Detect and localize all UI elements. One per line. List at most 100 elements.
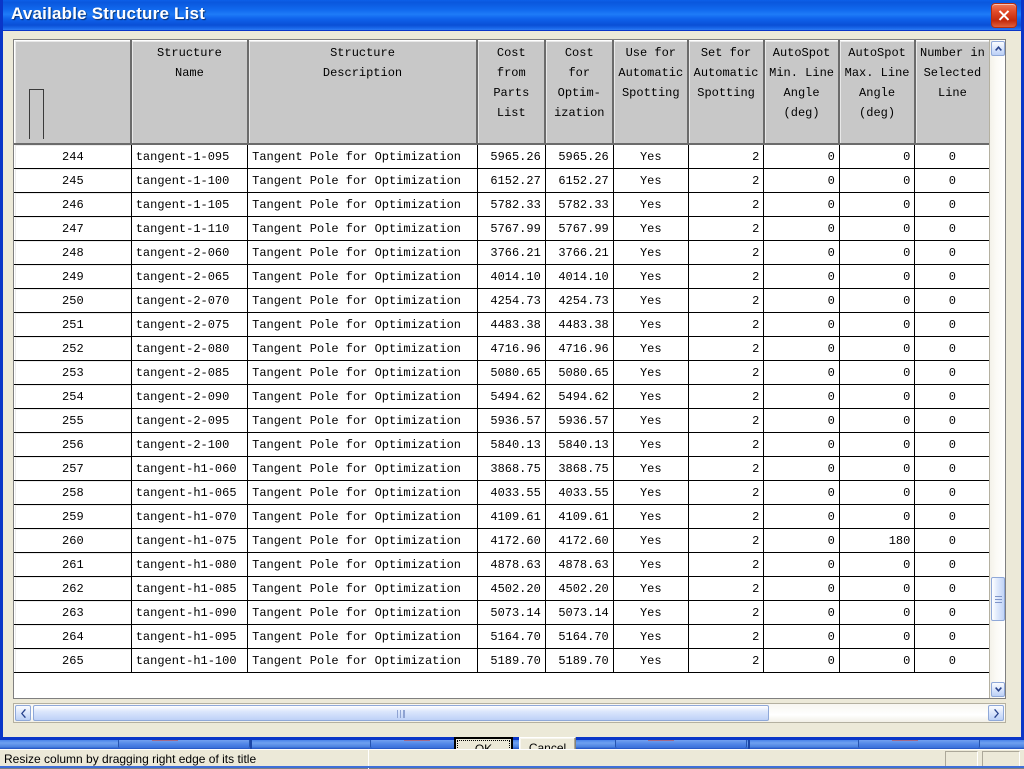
set-for-automatic-spotting-cell[interactable]: 2 — [688, 193, 764, 217]
autospot-min-line-angle-cell[interactable]: 0 — [764, 217, 840, 241]
use-for-automatic-spotting-cell[interactable]: Yes — [613, 529, 688, 553]
number-in-selected-line-cell[interactable]: 0 — [915, 505, 990, 529]
column-header-number-in-selected-line[interactable]: Number in Selected Line — [915, 41, 990, 145]
cost-for-optimization-cell[interactable]: 4502.20 — [545, 577, 613, 601]
autospot-min-line-angle-cell[interactable]: 0 — [764, 313, 840, 337]
number-in-selected-line-cell[interactable]: 0 — [915, 601, 990, 625]
structure-description-cell[interactable]: Tangent Pole for Optimization — [248, 553, 478, 577]
structure-description-cell[interactable]: Tangent Pole for Optimization — [248, 144, 478, 169]
row-number-cell[interactable]: 259 — [15, 505, 132, 529]
chevron-down-icon[interactable] — [991, 682, 1005, 697]
autospot-min-line-angle-cell[interactable]: 0 — [764, 385, 840, 409]
structure-name-cell[interactable]: tangent-1-110 — [131, 217, 247, 241]
use-for-automatic-spotting-cell[interactable]: Yes — [613, 169, 688, 193]
table-row[interactable]: 250tangent-2-070Tangent Pole for Optimiz… — [15, 289, 991, 313]
row-number-cell[interactable]: 246 — [15, 193, 132, 217]
table-row[interactable]: 251tangent-2-075Tangent Pole for Optimiz… — [15, 313, 991, 337]
window-titlebar[interactable]: Available Structure List — [3, 0, 1021, 31]
set-for-automatic-spotting-cell[interactable]: 2 — [688, 241, 764, 265]
autospot-min-line-angle-cell[interactable]: 0 — [764, 409, 840, 433]
column-header-use-for-automatic-spotting[interactable]: Use for Automatic Spotting — [613, 41, 688, 145]
use-for-automatic-spotting-cell[interactable]: Yes — [613, 337, 688, 361]
structure-description-cell[interactable]: Tangent Pole for Optimization — [248, 337, 478, 361]
cost-for-optimization-cell[interactable]: 3868.75 — [545, 457, 613, 481]
cost-from-parts-list-cell[interactable]: 5965.26 — [477, 144, 545, 169]
autospot-max-line-angle-cell[interactable]: 0 — [839, 649, 915, 673]
cost-from-parts-list-cell[interactable]: 5840.13 — [477, 433, 545, 457]
structure-name-cell[interactable]: tangent-1-105 — [131, 193, 247, 217]
cost-for-optimization-cell[interactable]: 5965.26 — [545, 144, 613, 169]
autospot-min-line-angle-cell[interactable]: 0 — [764, 241, 840, 265]
autospot-max-line-angle-cell[interactable]: 0 — [839, 241, 915, 265]
row-number-cell[interactable]: 252 — [15, 337, 132, 361]
cost-for-optimization-cell[interactable]: 5073.14 — [545, 601, 613, 625]
structure-name-cell[interactable]: tangent-h1-075 — [131, 529, 247, 553]
cost-for-optimization-cell[interactable]: 5936.57 — [545, 409, 613, 433]
autospot-max-line-angle-cell[interactable]: 0 — [839, 553, 915, 577]
structure-description-cell[interactable]: Tangent Pole for Optimization — [248, 649, 478, 673]
structure-name-cell[interactable]: tangent-2-100 — [131, 433, 247, 457]
use-for-automatic-spotting-cell[interactable]: Yes — [613, 193, 688, 217]
number-in-selected-line-cell[interactable]: 0 — [915, 289, 990, 313]
autospot-max-line-angle-cell[interactable]: 0 — [839, 505, 915, 529]
row-number-cell[interactable]: 258 — [15, 481, 132, 505]
row-number-cell[interactable]: 260 — [15, 529, 132, 553]
row-number-cell[interactable]: 261 — [15, 553, 132, 577]
cost-from-parts-list-cell[interactable]: 4033.55 — [477, 481, 545, 505]
autospot-min-line-angle-cell[interactable]: 0 — [764, 529, 840, 553]
cost-from-parts-list-cell[interactable]: 4483.38 — [477, 313, 545, 337]
cost-from-parts-list-cell[interactable]: 5767.99 — [477, 217, 545, 241]
row-number-cell[interactable]: 249 — [15, 265, 132, 289]
chevron-right-icon[interactable] — [988, 705, 1004, 721]
structure-name-cell[interactable]: tangent-1-100 — [131, 169, 247, 193]
autospot-max-line-angle-cell[interactable]: 0 — [839, 265, 915, 289]
structure-name-cell[interactable]: tangent-h1-065 — [131, 481, 247, 505]
row-number-cell[interactable]: 251 — [15, 313, 132, 337]
table-row[interactable]: 248tangent-2-060Tangent Pole for Optimiz… — [15, 241, 991, 265]
autospot-max-line-angle-cell[interactable]: 0 — [839, 409, 915, 433]
use-for-automatic-spotting-cell[interactable]: Yes — [613, 457, 688, 481]
autospot-max-line-angle-cell[interactable]: 0 — [839, 217, 915, 241]
autospot-min-line-angle-cell[interactable]: 0 — [764, 577, 840, 601]
structure-description-cell[interactable]: Tangent Pole for Optimization — [248, 625, 478, 649]
cost-for-optimization-cell[interactable]: 5189.70 — [545, 649, 613, 673]
table-row[interactable]: 244tangent-1-095Tangent Pole for Optimiz… — [15, 144, 991, 169]
table-row[interactable]: 263tangent-h1-090Tangent Pole for Optimi… — [15, 601, 991, 625]
horizontal-scrollbar[interactable] — [13, 703, 1006, 723]
cost-for-optimization-cell[interactable]: 3766.21 — [545, 241, 613, 265]
row-number-cell[interactable]: 265 — [15, 649, 132, 673]
table-row[interactable]: 253tangent-2-085Tangent Pole for Optimiz… — [15, 361, 991, 385]
structure-description-cell[interactable]: Tangent Pole for Optimization — [248, 169, 478, 193]
number-in-selected-line-cell[interactable]: 0 — [915, 313, 990, 337]
structure-description-cell[interactable]: Tangent Pole for Optimization — [248, 457, 478, 481]
table-row[interactable]: 258tangent-h1-065Tangent Pole for Optimi… — [15, 481, 991, 505]
row-number-cell[interactable]: 255 — [15, 409, 132, 433]
structure-description-cell[interactable]: Tangent Pole for Optimization — [248, 433, 478, 457]
use-for-automatic-spotting-cell[interactable]: Yes — [613, 313, 688, 337]
number-in-selected-line-cell[interactable]: 0 — [915, 457, 990, 481]
number-in-selected-line-cell[interactable]: 0 — [915, 169, 990, 193]
set-for-automatic-spotting-cell[interactable]: 2 — [688, 361, 764, 385]
set-for-automatic-spotting-cell[interactable]: 2 — [688, 457, 764, 481]
autospot-max-line-angle-cell[interactable]: 0 — [839, 337, 915, 361]
table-row[interactable]: 257tangent-h1-060Tangent Pole for Optimi… — [15, 457, 991, 481]
row-number-cell[interactable]: 256 — [15, 433, 132, 457]
structure-description-cell[interactable]: Tangent Pole for Optimization — [248, 385, 478, 409]
number-in-selected-line-cell[interactable]: 0 — [915, 385, 990, 409]
chevron-up-icon[interactable] — [991, 41, 1005, 56]
structure-description-cell[interactable]: Tangent Pole for Optimization — [248, 241, 478, 265]
set-for-automatic-spotting-cell[interactable]: 2 — [688, 385, 764, 409]
cost-from-parts-list-cell[interactable]: 5080.65 — [477, 361, 545, 385]
autospot-min-line-angle-cell[interactable]: 0 — [764, 337, 840, 361]
structure-description-cell[interactable]: Tangent Pole for Optimization — [248, 289, 478, 313]
row-number-cell[interactable]: 248 — [15, 241, 132, 265]
table-row[interactable]: 255tangent-2-095Tangent Pole for Optimiz… — [15, 409, 991, 433]
autospot-max-line-angle-cell[interactable]: 0 — [839, 577, 915, 601]
autospot-min-line-angle-cell[interactable]: 0 — [764, 361, 840, 385]
autospot-max-line-angle-cell[interactable]: 0 — [839, 385, 915, 409]
chevron-left-icon[interactable] — [15, 705, 31, 721]
cost-for-optimization-cell[interactable]: 5840.13 — [545, 433, 613, 457]
cost-for-optimization-cell[interactable]: 4716.96 — [545, 337, 613, 361]
column-header-structure-description[interactable]: Structure Description — [248, 41, 478, 145]
autospot-max-line-angle-cell[interactable]: 0 — [839, 433, 915, 457]
